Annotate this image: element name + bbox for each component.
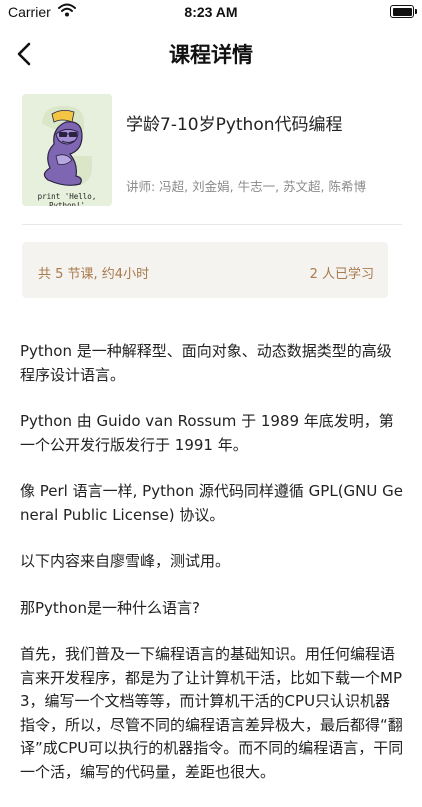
cover-caption: print 'Hello, Python!' <box>37 192 97 206</box>
description-paragraph: 那Python是一种什么语言? <box>20 598 200 617</box>
course-cover-image: print 'Hello, Python!' <box>22 94 112 206</box>
status-bar: Carrier 8:23 AM <box>0 0 422 24</box>
description-paragraph: 像 Perl 语言一样, Python 源代码同样遵循 GPL(GNU Gene… <box>20 482 403 524</box>
battery-icon <box>390 5 417 18</box>
description-paragraph: 以下内容来自廖雪峰，测试用。 <box>20 552 231 570</box>
lesson-count: 共 5 节课, 约4小时 <box>38 267 150 282</box>
course-title: 学龄7-10岁Python代码编程 <box>126 115 343 135</box>
course-stats: 共 5 节课, 约4小时 2 人已学习 <box>22 242 388 298</box>
description-paragraph: 首先，我们普及一下编程语言的基础知识。用任何编程语言来开发程序，都是为了让计算机… <box>20 645 404 781</box>
python-mascot-illustration <box>22 94 112 206</box>
course-card: print 'Hello, Python!' 学龄7-10岁Python代码编程… <box>22 94 402 225</box>
description-paragraph: Python 是一种解释型、面向对象、动态数据类型的高级程序设计语言。 <box>20 342 392 384</box>
instructor-list: 讲师: 冯超, 刘金娟, 牛志一, 苏文超, 陈希博 <box>126 179 366 194</box>
course-description: Python 是一种解释型、面向对象、动态数据类型的高级程序设计语言。 Pyth… <box>20 340 404 807</box>
navigation-bar: 课程详情 <box>0 24 422 84</box>
description-paragraph: Python 由 Guido van Rossum 于 1989 年底发明，第一… <box>20 412 394 454</box>
page-title: 课程详情 <box>169 43 253 67</box>
chevron-left-icon <box>17 42 31 66</box>
learner-count: 2 人已学习 <box>309 267 374 282</box>
status-time: 8:23 AM <box>184 4 238 20</box>
back-button[interactable] <box>14 40 38 68</box>
